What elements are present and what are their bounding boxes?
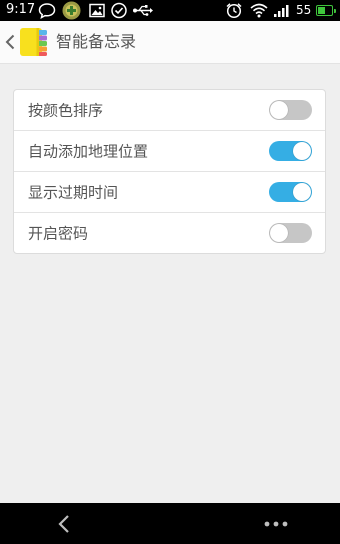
toggle-knob (293, 183, 311, 201)
setting-row-enable-password: 开启密码 (14, 212, 325, 253)
auto-add-location-toggle[interactable] (269, 141, 312, 161)
more-dots-icon[interactable] (262, 517, 290, 531)
setting-row-auto-add-location: 自动添加地理位置 (14, 130, 325, 171)
title-bar: 智能备忘录 (0, 21, 340, 64)
setting-row-sort-by-color: 按颜色排序 (14, 90, 325, 130)
settings-card: 按颜色排序 自动添加地理位置 显示过期时间 开启密码 (13, 89, 326, 254)
chevron-left-icon[interactable] (4, 33, 16, 51)
check-circle-icon (111, 2, 127, 19)
show-expiry-time-toggle[interactable] (269, 182, 312, 202)
chat-bubble-icon (38, 3, 56, 19)
toggle-knob (270, 224, 288, 242)
game-app-icon (62, 1, 81, 20)
usb-icon (133, 5, 153, 16)
toggle-knob (270, 101, 288, 119)
alarm-icon (226, 3, 242, 19)
battery-percent: 55 (296, 3, 312, 17)
battery-icon (316, 5, 336, 16)
page-title: 智能备忘录 (56, 32, 137, 51)
setting-row-show-expiry-time: 显示过期时间 (14, 171, 325, 212)
setting-label: 开启密码 (28, 224, 89, 243)
enable-password-toggle[interactable] (269, 223, 312, 243)
wifi-icon (250, 3, 268, 18)
setting-label: 按颜色排序 (28, 101, 104, 120)
sort-by-color-toggle[interactable] (269, 100, 312, 120)
toggle-knob (293, 142, 311, 160)
back-arrow-icon[interactable] (56, 514, 72, 534)
status-bar: 9:17 55 (0, 0, 340, 21)
battery-level-fill (318, 7, 325, 14)
setting-label: 显示过期时间 (28, 183, 119, 202)
status-time: 9:17 (6, 2, 36, 17)
image-icon (89, 3, 105, 18)
notebook-logo-icon (20, 28, 47, 56)
setting-label: 自动添加地理位置 (28, 142, 149, 161)
signal-icon (274, 5, 289, 17)
navigation-bar (0, 503, 340, 544)
